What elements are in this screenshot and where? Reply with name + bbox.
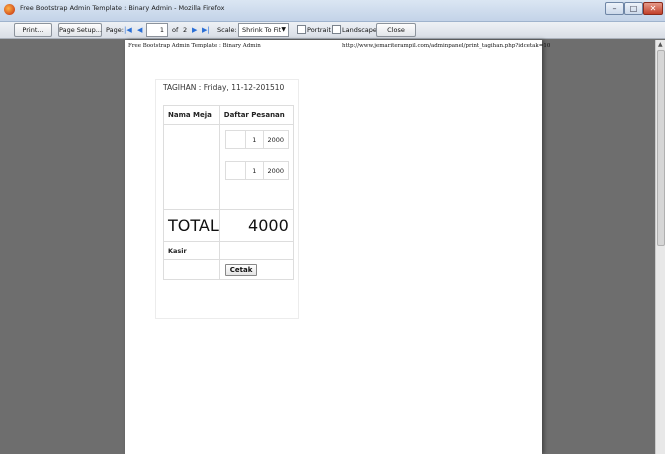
order-qty: 1 (244, 161, 264, 180)
firefox-icon (4, 4, 15, 15)
page-label: Page: (106, 26, 124, 34)
landscape-label: Landscape (342, 26, 377, 34)
portrait-radio[interactable] (297, 25, 306, 34)
cashier-label: Kasir (163, 241, 220, 260)
last-page-icon[interactable]: ▶| (202, 24, 210, 36)
scroll-up-icon[interactable]: ▲ (658, 41, 663, 48)
landscape-radio[interactable] (332, 25, 341, 34)
table-name-cell (163, 124, 220, 210)
close-window-button[interactable]: ✕ (643, 2, 663, 15)
order-price: 2000 (262, 161, 289, 180)
column-header-orders: Daftar Pesanan (218, 105, 294, 125)
orders-cell: 1 2000 1 2000 (218, 124, 294, 210)
print-page: Free Bootstrap Admin Template : Binary A… (125, 40, 550, 454)
page-header-title: Free Bootstrap Admin Template : Binary A… (128, 43, 261, 49)
bill-table: Nama Meja Daftar Pesanan 1 2000 1 2000 T… (163, 105, 294, 280)
minimize-button[interactable]: – (605, 2, 624, 15)
order-row: 1 2000 (224, 130, 289, 149)
order-qty: 1 (244, 130, 264, 149)
order-row: 1 2000 (224, 161, 289, 180)
of-label: of (172, 26, 179, 34)
maximize-button[interactable]: □ (624, 2, 643, 15)
chevron-down-icon: ▼ (281, 26, 286, 33)
page-setup-button[interactable]: Page Setup... (58, 23, 102, 37)
first-page-icon[interactable]: |◀ (124, 24, 132, 36)
portrait-label: Portrait (307, 26, 331, 34)
bill-title: TAGIHAN : Friday, 11-12-201510 (163, 83, 285, 92)
scrollbar-thumb[interactable] (657, 50, 665, 246)
print-preview-toolbar: Print... Page Setup... Page: |◀ ◀ 1 of 2… (0, 22, 665, 39)
vertical-scrollbar[interactable]: ▲ (655, 40, 665, 454)
print-bill-button[interactable]: Cetak (224, 263, 258, 276)
total-label: TOTAL (163, 209, 220, 242)
scale-label: Scale: (217, 26, 237, 34)
close-preview-button[interactable]: Close (376, 23, 416, 37)
total-value: 4000 (218, 209, 294, 242)
total-pages: 2 (183, 26, 188, 34)
cashier-cell (218, 241, 294, 260)
scale-value: Shrink To Fit (242, 26, 282, 34)
next-page-icon[interactable]: ▶ (192, 24, 197, 36)
print-button[interactable]: Print... (14, 23, 52, 37)
window-title-bar: Free Bootstrap Admin Template : Binary A… (0, 0, 665, 22)
previous-page-icon[interactable]: ◀ (137, 24, 142, 36)
column-header-table-name: Nama Meja (163, 105, 220, 125)
scale-select[interactable]: Shrink To Fit ▼ (238, 23, 289, 37)
order-price: 2000 (262, 130, 289, 149)
page-number-input[interactable]: 1 (146, 23, 168, 37)
page-header-url: http://www.jemariterampil.com/adminpanel… (342, 43, 551, 49)
window-title: Free Bootstrap Admin Template : Binary A… (20, 4, 225, 12)
